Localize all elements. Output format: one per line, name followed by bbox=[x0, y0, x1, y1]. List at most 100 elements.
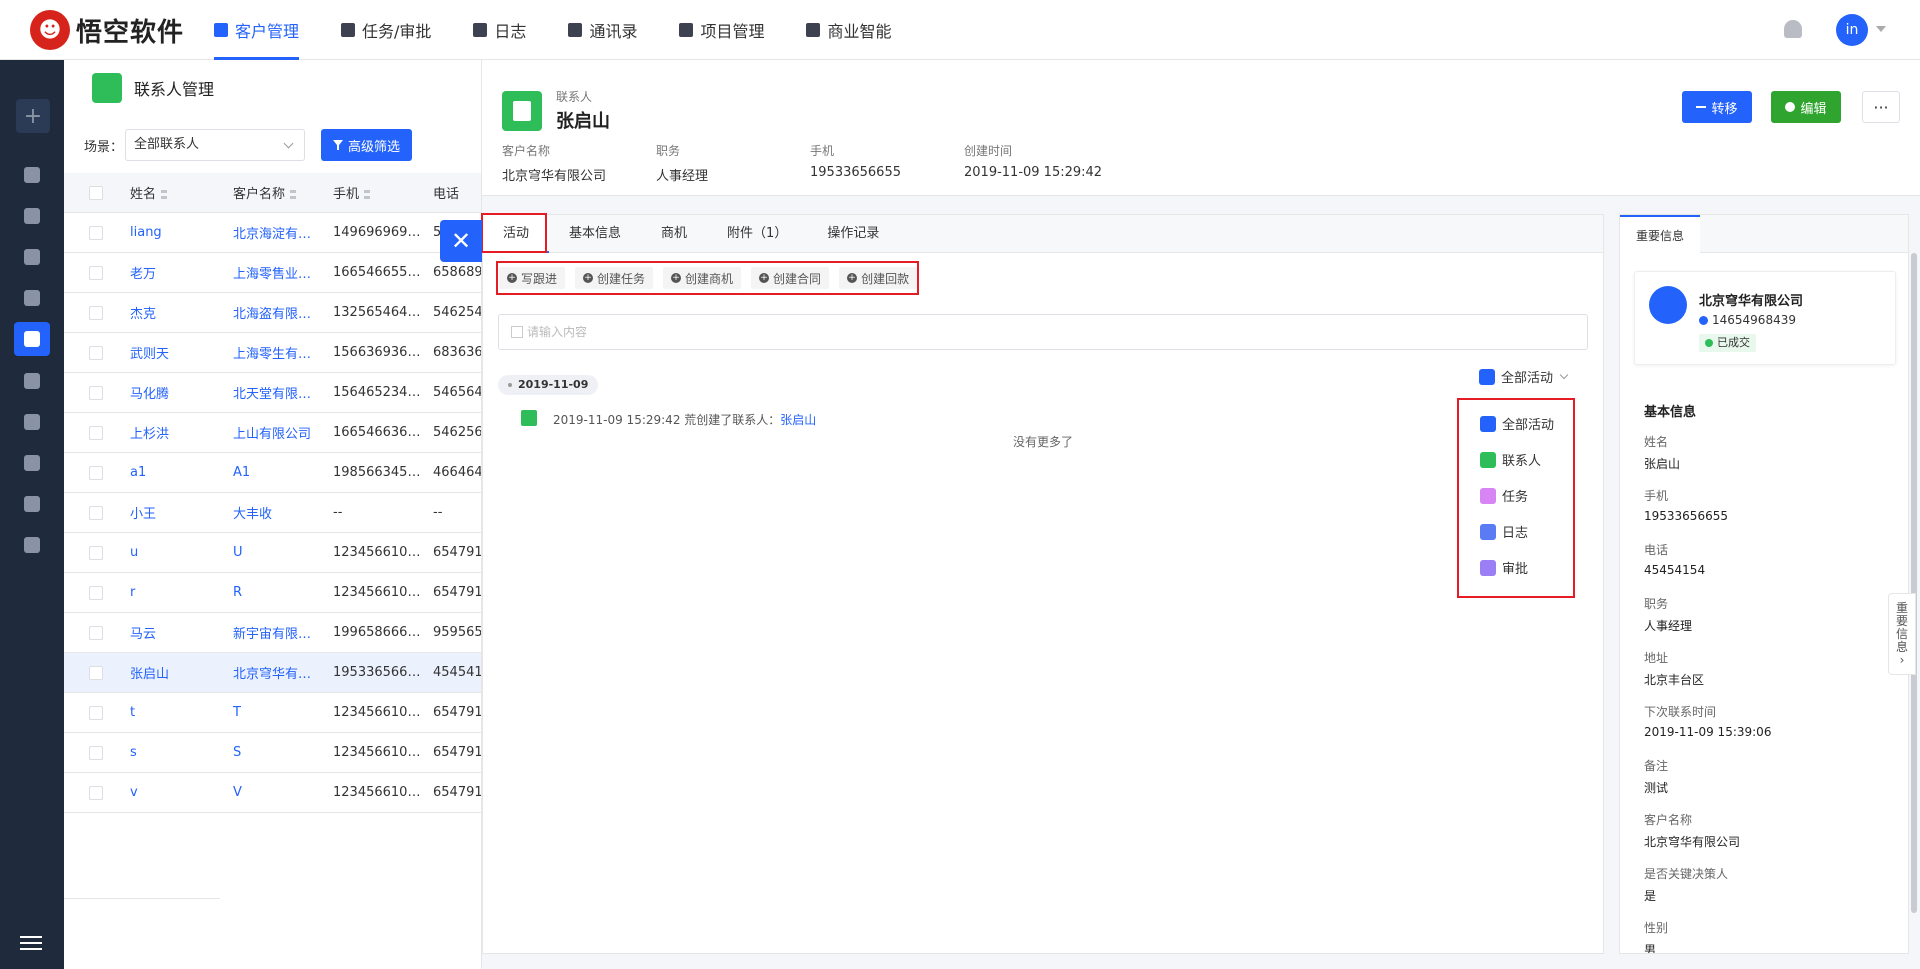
sort-icon[interactable] bbox=[161, 190, 168, 199]
customer-card[interactable]: 北京穹华有限公司 14654968439 已成交 bbox=[1634, 271, 1896, 365]
row-checkbox[interactable] bbox=[89, 305, 103, 320]
table-row[interactable]: 马化腾 北天堂有限… 156465234… 546564 bbox=[64, 373, 484, 413]
table-row[interactable]: 小王 大丰收 -- -- bbox=[64, 493, 484, 533]
row-checkbox[interactable] bbox=[89, 665, 103, 680]
contact-name-cell[interactable]: 老万 bbox=[128, 263, 228, 282]
chat-icon[interactable] bbox=[24, 208, 40, 224]
activity-filter-select[interactable]: 全部活动 bbox=[1479, 367, 1569, 386]
contact-name-cell[interactable]: t bbox=[128, 705, 228, 720]
row-checkbox[interactable] bbox=[89, 465, 103, 480]
nav-item-project[interactable]: 项目管理 bbox=[679, 0, 764, 60]
caret-down-icon[interactable] bbox=[1876, 26, 1886, 32]
customer-name-cell[interactable]: 新宇宙有限… bbox=[228, 623, 328, 642]
contact-name-cell[interactable]: 小王 bbox=[128, 503, 228, 522]
scene-select[interactable]: 全部联系人 bbox=[125, 129, 306, 161]
customer-name-cell[interactable]: 北海盗有限… bbox=[228, 303, 328, 322]
row-checkbox[interactable] bbox=[89, 425, 103, 440]
table-row[interactable]: 上杉洪 上山有限公司 166546636… 546256 bbox=[64, 413, 484, 453]
sort-icon[interactable] bbox=[290, 190, 297, 199]
table-row[interactable]: 马云新宇宙有限… 199658666… 9595655 bbox=[64, 613, 484, 653]
table-row[interactable]: 杰克北海盗有限… 132565464… 5462542 bbox=[64, 293, 484, 333]
advanced-filter-button[interactable]: 高级筛选 bbox=[321, 129, 413, 161]
record-link[interactable]: 张启山 bbox=[780, 413, 816, 427]
close-icon[interactable]: ✕ bbox=[440, 220, 482, 262]
tab-opportunity[interactable]: 商机 bbox=[641, 215, 707, 253]
menu-toggle-icon[interactable] bbox=[20, 936, 42, 950]
tab-attachments[interactable]: 附件（1） bbox=[707, 215, 807, 253]
select-all-checkbox[interactable] bbox=[89, 185, 103, 200]
column-header[interactable]: 电话 bbox=[428, 183, 484, 202]
tab-operation-log[interactable]: 操作记录 bbox=[807, 215, 899, 253]
leads-icon[interactable] bbox=[24, 249, 40, 265]
contact-name-cell[interactable]: 武则天 bbox=[128, 343, 228, 362]
customer-name-cell[interactable]: A1 bbox=[228, 465, 328, 480]
table-row[interactable]: liang北京海淀有…149696969…56 bbox=[64, 213, 484, 253]
nav-item-task[interactable]: 任务/审批 bbox=[341, 0, 431, 60]
tab-basic-info[interactable]: 基本信息 bbox=[549, 215, 641, 253]
customer-name-cell[interactable]: 上山有限公司 bbox=[228, 423, 328, 442]
customer-name-cell[interactable]: 北天堂有限… bbox=[228, 383, 328, 402]
customer-name-cell[interactable]: 上海零售业… bbox=[228, 263, 328, 282]
sort-icon[interactable] bbox=[364, 190, 371, 199]
row-checkbox[interactable] bbox=[89, 345, 103, 360]
table-row[interactable]: tT 123456610… 6547914 bbox=[64, 693, 484, 733]
column-header[interactable]: 手机 bbox=[328, 183, 428, 202]
contact-name-cell[interactable]: v bbox=[128, 785, 228, 800]
customer-name-cell[interactable]: 北京海淀有… bbox=[228, 223, 328, 242]
edit-button[interactable]: 编辑 bbox=[1771, 91, 1841, 123]
followup-input[interactable]: 请输入内容 bbox=[498, 314, 1588, 350]
contact-name-cell[interactable]: a1 bbox=[128, 465, 228, 480]
table-row[interactable]: rR 123456610… 6547916 bbox=[64, 573, 484, 613]
row-checkbox[interactable] bbox=[89, 545, 103, 560]
side-scrollbar[interactable] bbox=[1911, 253, 1917, 913]
table-row[interactable]: 张启山北京穹华有… 195336566… 4545415 bbox=[64, 653, 484, 693]
nav-item-log[interactable]: 日志 bbox=[473, 0, 526, 60]
row-checkbox[interactable] bbox=[89, 385, 103, 400]
row-checkbox[interactable] bbox=[89, 785, 103, 800]
customer-name-cell[interactable]: V bbox=[228, 785, 328, 800]
dashboard-icon[interactable] bbox=[24, 167, 40, 183]
payment-icon[interactable] bbox=[24, 496, 40, 512]
table-row[interactable]: 武则天上海零生有… 156636936… 6836365 bbox=[64, 333, 484, 373]
contact-name-cell[interactable]: u bbox=[128, 545, 228, 560]
table-row[interactable]: vV 123456610… 6547911 bbox=[64, 773, 484, 813]
contract-icon[interactable] bbox=[24, 455, 40, 471]
important-info-collapse-tab[interactable]: 重要信息 › bbox=[1888, 593, 1916, 675]
customer-name-cell[interactable]: 大丰收 bbox=[228, 503, 328, 522]
row-checkbox[interactable] bbox=[89, 705, 103, 720]
contact-name-cell[interactable]: 马化腾 bbox=[128, 383, 228, 402]
customer-name-cell[interactable]: S bbox=[228, 745, 328, 760]
contact-name-cell[interactable]: r bbox=[128, 585, 228, 600]
nav-item-contacts[interactable]: 通讯录 bbox=[568, 0, 637, 60]
avatar[interactable]: in bbox=[1836, 14, 1868, 46]
table-row[interactable]: uU 123456610… 6547910 bbox=[64, 533, 484, 573]
bell-icon[interactable] bbox=[1784, 20, 1802, 38]
money-icon[interactable] bbox=[24, 414, 40, 430]
sidebar-item-contacts[interactable] bbox=[14, 322, 50, 356]
customer-name-cell[interactable]: R bbox=[228, 585, 328, 600]
more-button[interactable]: ··· bbox=[1862, 91, 1900, 123]
table-row[interactable]: 老万上海零售业… 166546655… 6586895 bbox=[64, 253, 484, 293]
customer-name-cell[interactable]: U bbox=[228, 545, 328, 560]
product-icon[interactable] bbox=[24, 537, 40, 553]
row-checkbox[interactable] bbox=[89, 625, 103, 640]
customer-name-cell[interactable]: 上海零生有… bbox=[228, 343, 328, 362]
nav-item-customer[interactable]: 客户管理 bbox=[214, 0, 300, 60]
add-icon[interactable]: + bbox=[16, 99, 50, 133]
contact-name-cell[interactable]: 马云 bbox=[128, 623, 228, 642]
customer-name-cell[interactable]: 北京穹华有… bbox=[228, 663, 328, 682]
tab-important-info[interactable]: 重要信息 bbox=[1620, 215, 1701, 253]
customer-icon[interactable] bbox=[24, 290, 40, 306]
contact-name-cell[interactable]: 上杉洪 bbox=[128, 423, 228, 442]
transfer-button[interactable]: 转移 bbox=[1682, 91, 1752, 123]
customer-name-cell[interactable]: T bbox=[228, 705, 328, 720]
contact-name-cell[interactable]: 张启山 bbox=[128, 663, 228, 682]
column-header[interactable]: 客户名称 bbox=[228, 183, 328, 202]
contact-name-cell[interactable]: s bbox=[128, 745, 228, 760]
table-row[interactable]: a1 A1 198566345… 466464 bbox=[64, 453, 484, 493]
brand-logo[interactable]: ☻ 悟空软件 bbox=[30, 10, 184, 50]
nav-item-bi[interactable]: 商业智能 bbox=[806, 0, 891, 60]
row-checkbox[interactable] bbox=[89, 745, 103, 760]
row-checkbox[interactable] bbox=[89, 265, 103, 280]
row-checkbox[interactable] bbox=[89, 225, 103, 240]
